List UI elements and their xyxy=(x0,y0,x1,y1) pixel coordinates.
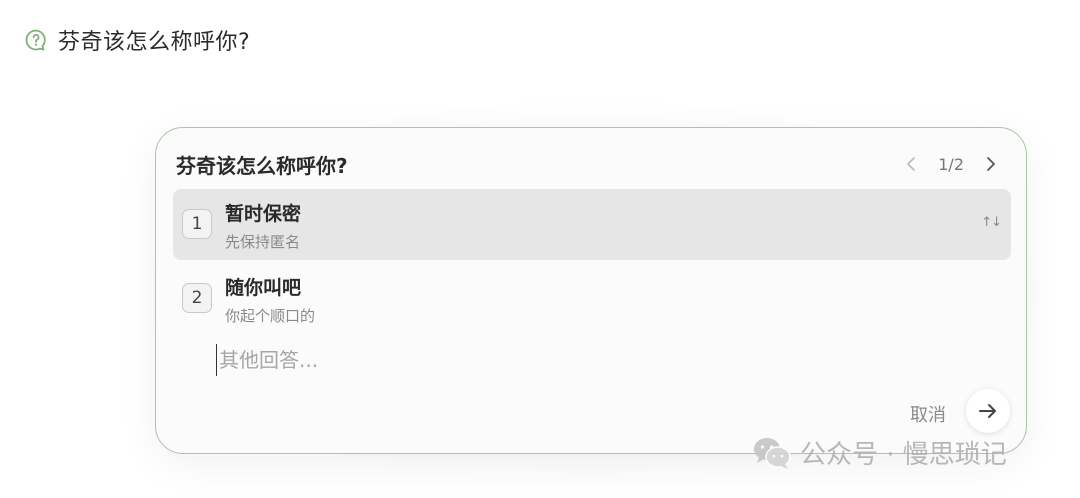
pager: 1/2 xyxy=(902,153,1000,175)
question-header-text: 芬奇该怎么称呼你? xyxy=(58,30,251,55)
question-header: 芬奇该怎么称呼你? xyxy=(24,24,250,56)
sort-arrows-icon: ↑↓ xyxy=(981,215,1002,230)
pager-text: 1/2 xyxy=(938,154,964,174)
question-circle-icon xyxy=(24,28,48,52)
option-label: 暂时保密 xyxy=(225,203,302,225)
option-number: 2 xyxy=(182,283,212,313)
chevron-left-icon[interactable] xyxy=(902,153,920,175)
arrow-right-icon xyxy=(977,400,999,422)
option-label: 随你叫吧 xyxy=(225,277,302,299)
option-number: 1 xyxy=(182,209,212,239)
submit-button[interactable] xyxy=(966,389,1010,433)
card-title: 芬奇该怎么称呼你? xyxy=(176,154,348,178)
question-card: 芬奇该怎么称呼你? 1/2 1 暂时保密 先保持匿名 ↑↓ 2 随你叫吧 你起个… xyxy=(155,127,1027,454)
option-description: 先保持匿名 xyxy=(225,233,301,251)
watermark-text: 公众号 · 慢思琐记 xyxy=(800,440,1007,470)
other-answer-input[interactable] xyxy=(216,344,861,376)
option-item-1[interactable]: 1 暂时保密 先保持匿名 ↑↓ xyxy=(173,189,1011,260)
cancel-button[interactable]: 取消 xyxy=(910,401,946,427)
watermark: 公众号 · 慢思琐记 xyxy=(752,434,1007,471)
chevron-right-icon[interactable] xyxy=(982,153,1000,175)
option-description: 你起个顺口的 xyxy=(225,307,316,325)
option-item-2[interactable]: 2 随你叫吧 你起个顺口的 xyxy=(173,263,1011,334)
wechat-icon xyxy=(752,436,792,470)
